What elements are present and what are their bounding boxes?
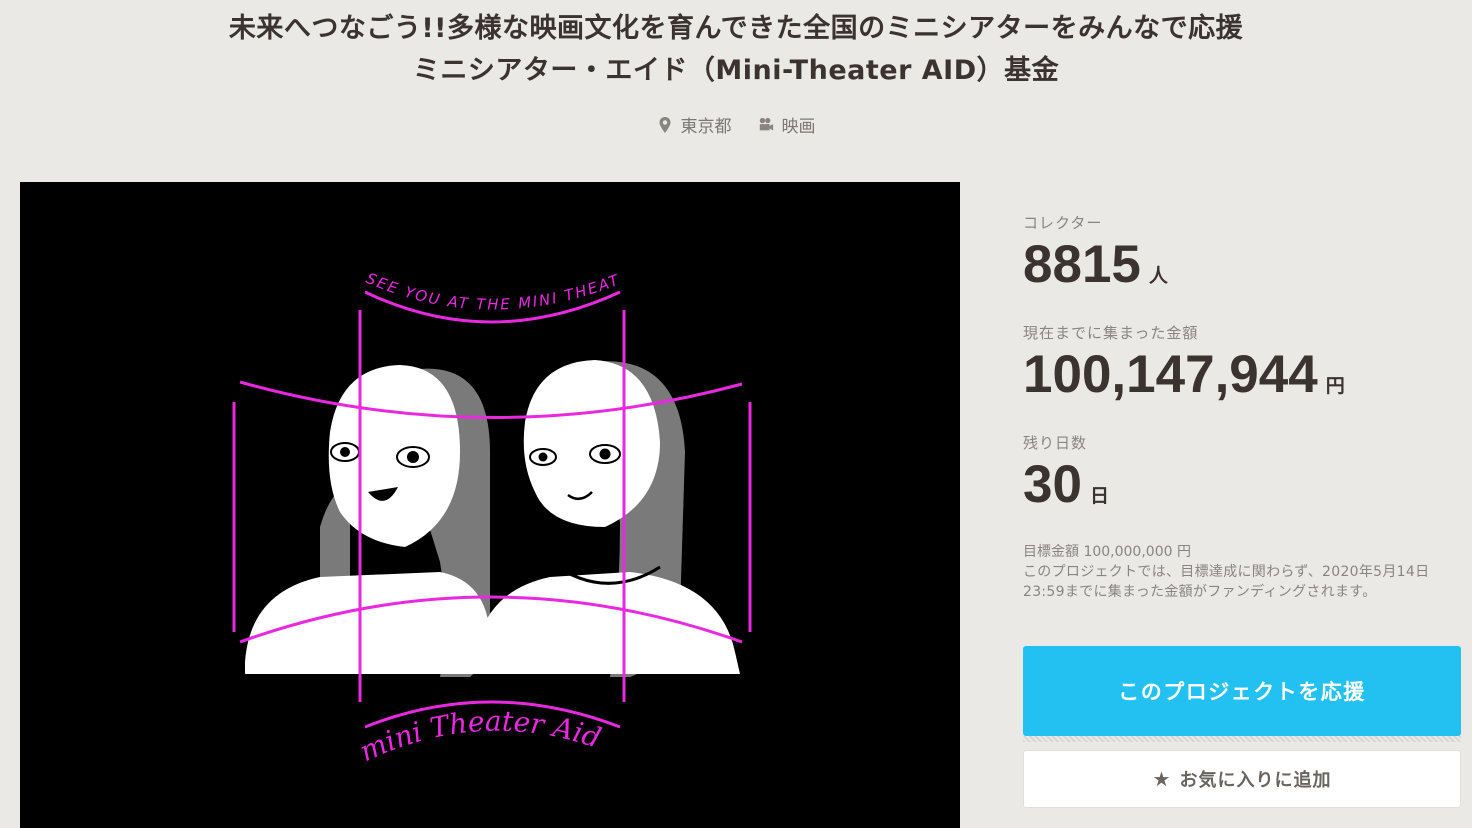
- raised-unit: 円: [1325, 375, 1345, 397]
- mini-theater-aid-illustration: SEE YOU AT THE MINI THEATER. mini Theate…: [20, 182, 752, 769]
- collectors-stat: コレクター 8815 人: [1023, 212, 1463, 322]
- location-link[interactable]: 東京都: [657, 112, 732, 137]
- map-pin-icon: [659, 116, 670, 133]
- category-label: 映画: [781, 117, 816, 137]
- collectors-unit: 人: [1148, 265, 1168, 287]
- right-figure-body: [475, 572, 740, 674]
- funding-note: このプロジェクトでは、目標達成に関わらず、2020年5月14日23:59までに集…: [1023, 564, 1430, 600]
- movie-camera-icon: [759, 117, 773, 130]
- project-meta: 東京都 映画: [0, 112, 1472, 137]
- location-label: 東京都: [680, 117, 732, 137]
- add-favorite-button[interactable]: ★ お気に入りに追加: [1023, 750, 1461, 808]
- left-figure-body: [245, 572, 490, 674]
- hero-top-text: SEE YOU AT THE MINI THEATER.: [20, 182, 623, 314]
- project-hero-image: SEE YOU AT THE MINI THEATER. mini Theate…: [20, 182, 960, 828]
- project-title-line-2: ミニシアター・エイド（Mini-Theater AID）基金: [412, 55, 1060, 86]
- days-left-unit: 日: [1089, 485, 1109, 507]
- raised-value: 100,147,944: [1023, 345, 1318, 404]
- days-left-label: 残り日数: [1023, 434, 1088, 452]
- collectors-label: コレクター: [1023, 214, 1103, 232]
- hero-bottom-text: mini Theater Aid: [355, 705, 605, 769]
- project-title-line-1: 未来へつなごう!!多様な映画文化を育んできた全国のミニシアターをみんなで応援: [228, 13, 1244, 44]
- raised-label: 現在までに集まった金額: [1023, 324, 1199, 342]
- goal-amount: 目標金額 100,000,000 円: [1023, 544, 1191, 560]
- project-title: 未来へつなごう!!多様な映画文化を育んできた全国のミニシアターをみんなで応援 ミ…: [0, 8, 1472, 92]
- category-link[interactable]: 映画: [758, 112, 816, 137]
- right-figure-face: [523, 360, 660, 527]
- add-favorite-label: お気に入りに追加: [1179, 770, 1332, 791]
- collectors-value: 8815: [1023, 235, 1141, 294]
- days-left-value: 30: [1023, 455, 1082, 514]
- days-left-stat: 残り日数 30 日: [1023, 432, 1463, 542]
- raised-stat: 現在までに集まった金額 100,147,944 円: [1023, 322, 1463, 432]
- support-project-button[interactable]: このプロジェクトを応援: [1023, 646, 1461, 736]
- project-page: 未来へつなごう!!多様な映画文化を育んできた全国のミニシアターをみんなで応援 ミ…: [0, 0, 1472, 828]
- star-icon: ★: [1152, 767, 1172, 791]
- project-stats: コレクター 8815 人 現在までに集まった金額 100,147,944 円 残…: [1023, 212, 1463, 602]
- button-shadow: [1023, 736, 1461, 742]
